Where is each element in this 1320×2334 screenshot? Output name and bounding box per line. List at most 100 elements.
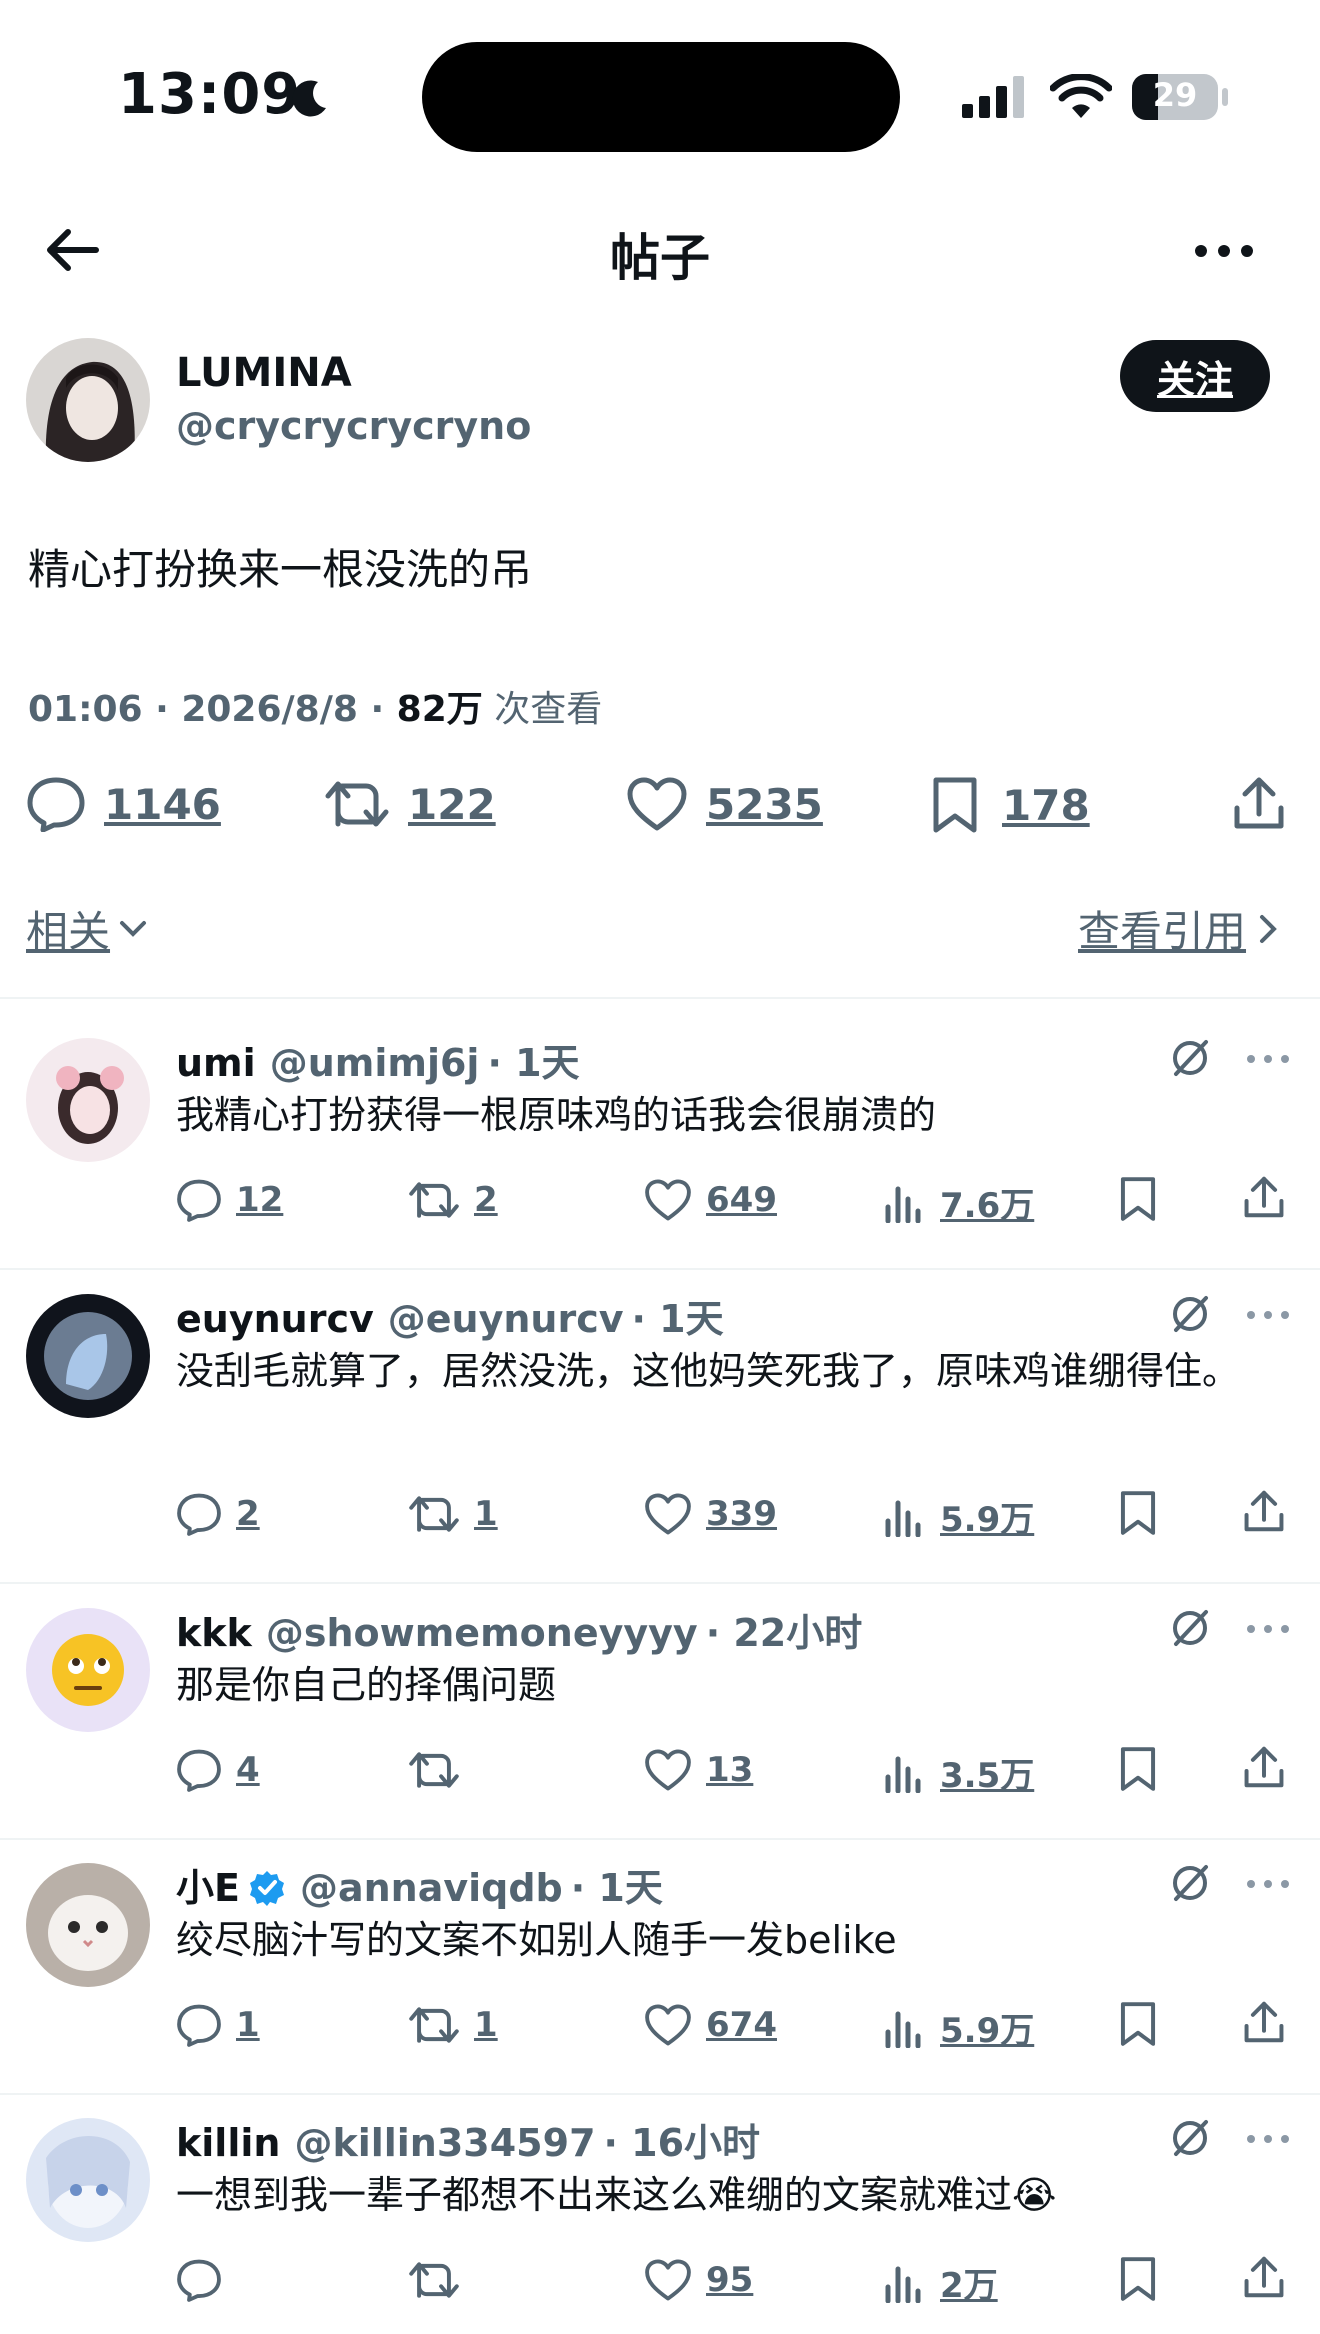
like-action[interactable]: 339 bbox=[644, 1492, 777, 1536]
views-count: 5.9万 bbox=[940, 2011, 1035, 2051]
grok-icon[interactable] bbox=[1168, 2116, 1212, 2160]
reply-time: · 1天 bbox=[487, 1041, 580, 1085]
reply-time: · 1天 bbox=[570, 1866, 663, 1910]
reply-icon bbox=[176, 1492, 222, 1536]
reply-author-handle[interactable]: @umimj6j bbox=[270, 1041, 480, 1085]
reply-action[interactable] bbox=[176, 2258, 236, 2302]
share-icon[interactable] bbox=[1232, 774, 1286, 832]
reply-header: umi @umimj6j · 1天 bbox=[176, 1032, 580, 1087]
reply-header: euynurcv @euynurcv · 1天 bbox=[176, 1288, 724, 1343]
reply-author-handle[interactable]: @killin334597 bbox=[294, 2121, 595, 2165]
reply-author-name[interactable]: killin bbox=[176, 2121, 280, 2165]
related-toggle[interactable]: 相关 bbox=[26, 898, 148, 959]
like-count: 95 bbox=[706, 2260, 754, 2300]
reply-action[interactable]: 1 bbox=[176, 2003, 260, 2047]
reply-time: · 16小时 bbox=[603, 2121, 761, 2165]
bookmark-icon[interactable] bbox=[1118, 2256, 1158, 2302]
reply-author-name[interactable]: umi bbox=[176, 1041, 256, 1085]
reply-action[interactable]: 2 bbox=[176, 1492, 260, 1536]
repost-action[interactable]: 122 bbox=[324, 776, 496, 832]
moon-icon bbox=[288, 76, 332, 120]
repost-icon bbox=[408, 2258, 460, 2302]
battery-level: 29 bbox=[1152, 76, 1198, 114]
repost-icon bbox=[408, 1748, 460, 1792]
reply-time: · 1天 bbox=[631, 1297, 724, 1341]
reply-author-name[interactable]: kkk bbox=[176, 1611, 252, 1655]
like-action[interactable]: 674 bbox=[644, 2003, 777, 2047]
view-quotes-link[interactable]: 查看引用 bbox=[1078, 898, 1278, 959]
views-action[interactable]: 3.5万 bbox=[884, 1748, 1034, 1797]
views-action[interactable]: 5.9万 bbox=[884, 2003, 1034, 2052]
reply-icon bbox=[176, 2258, 222, 2302]
battery-cap bbox=[1222, 88, 1228, 106]
bookmark-action[interactable]: 178 bbox=[930, 776, 1090, 834]
heart-icon bbox=[627, 777, 687, 831]
repost-action[interactable] bbox=[408, 2258, 474, 2302]
more-options-icon[interactable] bbox=[1246, 2134, 1290, 2144]
bookmark-icon[interactable] bbox=[1118, 1490, 1158, 1536]
reply-author-handle[interactable]: @showmemoneyyyy bbox=[266, 1611, 698, 1655]
bookmark-icon[interactable] bbox=[1118, 1176, 1158, 1222]
reply-icon bbox=[176, 1748, 222, 1792]
reply-author-handle[interactable]: @annaviqdb bbox=[300, 1866, 563, 1910]
like-action[interactable]: 649 bbox=[644, 1178, 777, 1222]
grok-icon[interactable] bbox=[1168, 1036, 1212, 1080]
related-label: 相关 bbox=[26, 907, 111, 956]
views-action[interactable]: 7.6万 bbox=[884, 1178, 1034, 1227]
bookmark-icon[interactable] bbox=[1118, 2001, 1158, 2047]
repost-action[interactable]: 1 bbox=[408, 2003, 498, 2047]
repost-action[interactable] bbox=[408, 1748, 474, 1792]
repost-count: 1 bbox=[474, 1494, 498, 1534]
reply-text: 绞尽脑汁写的文案不如别人随手一发belike bbox=[176, 1918, 897, 1962]
like-action[interactable]: 13 bbox=[644, 1748, 753, 1792]
reply-count: 4 bbox=[236, 1750, 260, 1790]
repost-action[interactable]: 2 bbox=[408, 1178, 498, 1222]
more-options-icon[interactable] bbox=[1246, 1310, 1290, 1320]
divider bbox=[0, 1838, 1320, 1840]
follow-button[interactable]: 关注 bbox=[1120, 340, 1270, 412]
reply-time: · 22小时 bbox=[705, 1611, 863, 1655]
like-count: 649 bbox=[706, 1180, 777, 1220]
reply-action[interactable]: 4 bbox=[176, 1748, 260, 1792]
author-name[interactable]: LUMINA bbox=[176, 350, 352, 396]
reply-avatar[interactable] bbox=[26, 2118, 150, 2242]
reply-avatar[interactable] bbox=[26, 1608, 150, 1732]
views-action[interactable]: 2万 bbox=[884, 2258, 998, 2307]
views-action[interactable]: 5.9万 bbox=[884, 1492, 1034, 1541]
divider bbox=[0, 1582, 1320, 1584]
bookmark-count: 178 bbox=[1002, 780, 1090, 830]
more-options-icon[interactable] bbox=[1246, 1054, 1290, 1064]
grok-icon[interactable] bbox=[1168, 1292, 1212, 1336]
grok-icon[interactable] bbox=[1168, 1861, 1212, 1905]
battery-icon: 29 bbox=[1132, 74, 1218, 120]
author-avatar[interactable] bbox=[26, 338, 150, 462]
share-icon[interactable] bbox=[1242, 1744, 1286, 1790]
reply-avatar[interactable] bbox=[26, 1038, 150, 1162]
dynamic-island bbox=[422, 42, 900, 152]
like-action[interactable]: 5235 bbox=[626, 776, 823, 832]
share-icon[interactable] bbox=[1242, 1999, 1286, 2045]
reply-author-handle[interactable]: @euynurcv bbox=[388, 1297, 624, 1341]
heart-icon bbox=[644, 1748, 692, 1792]
reply-action[interactable]: 12 bbox=[176, 1178, 283, 1222]
reply-avatar[interactable] bbox=[26, 1294, 150, 1418]
reply-count: 12 bbox=[236, 1180, 284, 1220]
share-icon[interactable] bbox=[1242, 1488, 1286, 1534]
bookmark-icon[interactable] bbox=[1118, 1746, 1158, 1792]
more-options-icon[interactable] bbox=[1246, 1879, 1290, 1889]
status-time: 13:09 bbox=[118, 62, 302, 127]
reply-avatar[interactable] bbox=[26, 1863, 150, 1987]
like-count: 5235 bbox=[706, 779, 823, 829]
like-action[interactable]: 95 bbox=[644, 2258, 753, 2302]
reply-author-name[interactable]: 小E bbox=[176, 1866, 240, 1910]
reply-author-name[interactable]: euynurcv bbox=[176, 1297, 374, 1341]
share-icon[interactable] bbox=[1242, 2254, 1286, 2300]
author-handle[interactable]: @crycrycrycryno bbox=[176, 404, 531, 448]
more-options-icon[interactable] bbox=[1194, 244, 1254, 258]
reply-action[interactable]: 1146 bbox=[26, 776, 221, 832]
grok-icon[interactable] bbox=[1168, 1606, 1212, 1650]
more-options-icon[interactable] bbox=[1246, 1624, 1290, 1634]
repost-action[interactable]: 1 bbox=[408, 1492, 498, 1536]
share-icon[interactable] bbox=[1242, 1174, 1286, 1220]
repost-count: 2 bbox=[474, 1180, 498, 1220]
